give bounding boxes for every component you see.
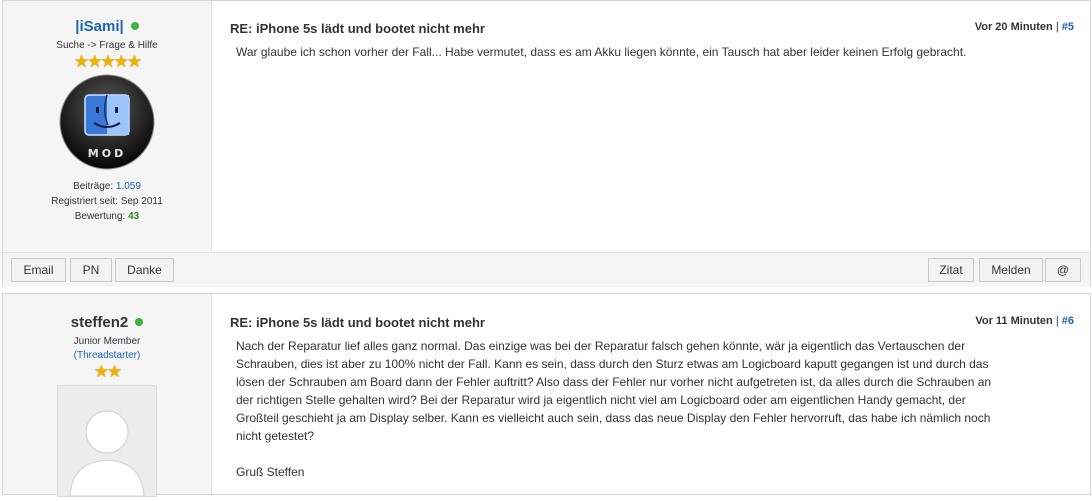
stat-label: Beiträge: <box>73 181 114 192</box>
post-title: RE: iPhone 5s lädt und bootet nicht mehr <box>230 21 485 36</box>
mod-badge-icon: MOD <box>59 74 155 170</box>
body-line: der richtigen Stelle gehalten wird? Bei … <box>236 393 966 407</box>
stat-registered: Registriert seit: Sep 2011 <box>3 194 211 209</box>
body-line: Großteil geschieht ja am Display selber.… <box>236 411 991 425</box>
body-line: Schrauben, dies ist aber zu 100% nicht d… <box>236 357 989 371</box>
body-line: nicht getestet? <box>236 429 315 443</box>
report-button[interactable]: Melden <box>979 258 1043 282</box>
registered-date: Sep 2011 <box>120 196 163 207</box>
post-footer: Email PN Danke Zitat Melden @ <box>3 252 1090 287</box>
author-name[interactable]: steffen2 <box>71 314 129 331</box>
stat-label: Bewertung: <box>74 211 126 222</box>
email-button[interactable]: Email <box>11 258 66 282</box>
body-line: lösen der Schrauben am Board dann der Fe… <box>236 375 992 389</box>
post-info: Vor 11 Minuten | #6 <box>975 315 1074 327</box>
post-body: Nach der Reparatur lief alles ganz norma… <box>236 337 1074 481</box>
posts-count[interactable]: 1.059 <box>116 181 141 192</box>
author-name-row: steffen2 <box>3 314 211 331</box>
author-panel: steffen2 Junior Member (Threadstarter) ★… <box>3 294 212 497</box>
rank-stars-icon: ★★ <box>93 362 122 381</box>
avatar[interactable] <box>57 385 157 497</box>
post-5: |iSami| Suche -> Frage & Hilfe ★★★★★ MOD <box>2 0 1091 287</box>
author-stats: Beiträge: 1.059 Registriert seit: Sep 20… <box>3 179 211 224</box>
online-status-icon <box>130 22 139 30</box>
thanks-button[interactable]: Danke <box>115 258 174 282</box>
signoff: Gruß Steffen <box>236 465 305 479</box>
rank-stars-icon: ★★★★★ <box>73 52 142 71</box>
avatar[interactable]: MOD <box>58 73 156 171</box>
author-name[interactable]: |iSami| <box>75 18 123 35</box>
post-body: War glaube ich schon vorher der Fall... … <box>236 45 967 59</box>
default-avatar-icon <box>69 410 145 497</box>
body-line: Nach der Reparatur lief alles ganz norma… <box>236 339 966 353</box>
author-rank: Suche -> Frage & Hilfe <box>56 40 158 51</box>
post-title: RE: iPhone 5s lädt und bootet nicht mehr <box>230 315 485 330</box>
rating-value[interactable]: 43 <box>128 211 139 222</box>
online-status-icon <box>135 318 144 326</box>
stat-label: Registriert seit: <box>51 196 118 207</box>
post-number-link[interactable]: #5 <box>1062 21 1074 33</box>
post-time: Vor 20 Minuten <box>974 21 1053 33</box>
quote-button[interactable]: Zitat <box>928 258 974 282</box>
author-panel: |iSami| Suche -> Frage & Hilfe ★★★★★ MOD <box>3 1 212 251</box>
stat-posts: Beiträge: 1.059 <box>3 179 211 194</box>
threadstarter-badge: (Threadstarter) <box>73 350 141 361</box>
pm-button[interactable]: PN <box>70 258 112 282</box>
author-name-row: |iSami| <box>3 18 211 35</box>
post-6: steffen2 Junior Member (Threadstarter) ★… <box>2 293 1091 497</box>
stat-rating: Bewertung: 43 <box>3 209 211 224</box>
post-info: Vor 20 Minuten | #5 <box>974 21 1074 33</box>
author-rank: Junior Member <box>73 336 141 347</box>
post-number-link[interactable]: #6 <box>1062 315 1074 327</box>
mention-button[interactable]: @ <box>1045 258 1081 282</box>
post-time: Vor 11 Minuten <box>975 315 1053 327</box>
mod-label: MOD <box>88 147 126 160</box>
